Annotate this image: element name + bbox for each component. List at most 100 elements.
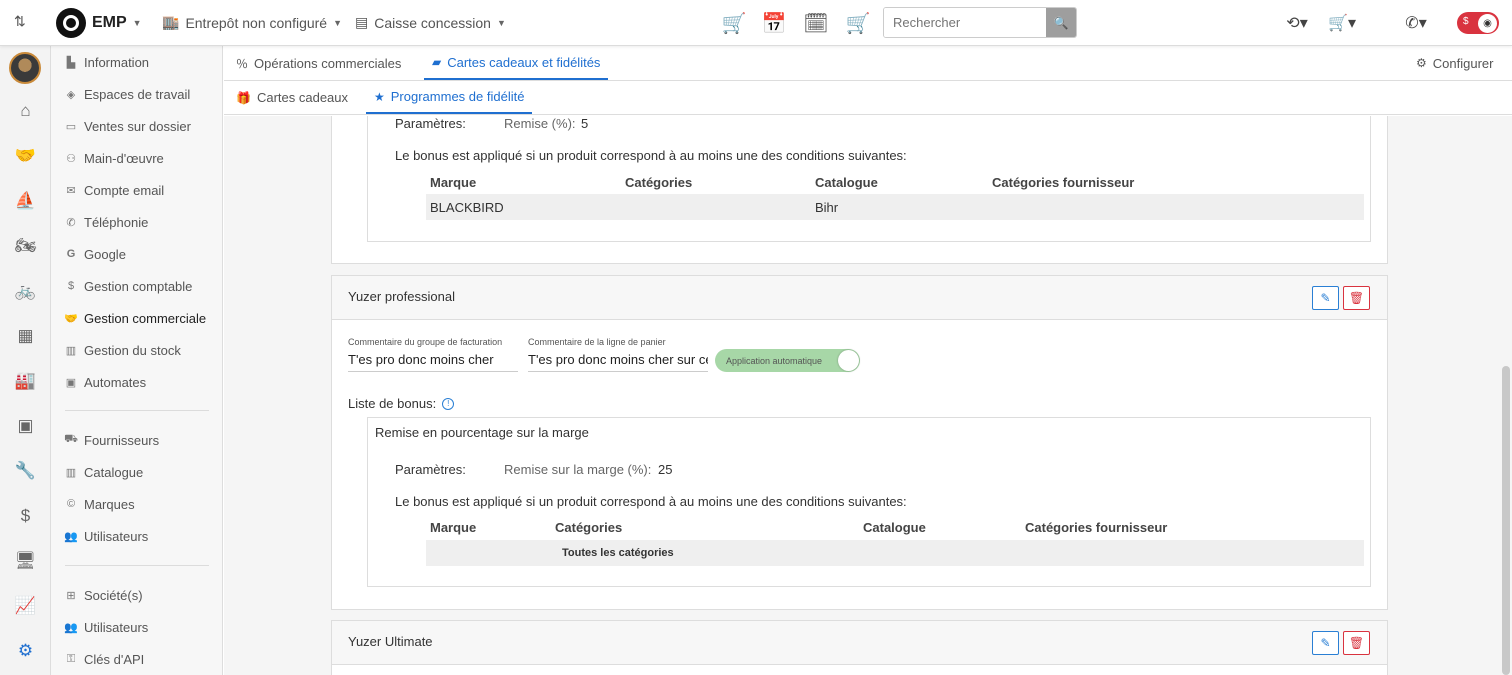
delete-button[interactable]: 🗑 [1343,631,1370,655]
menu-item-users-2[interactable]: 👥 Utilisateurs [64,617,148,637]
factory-icon: ▙ [66,56,76,69]
menu-item-label: Utilisateurs [84,619,149,635]
menu-item-google[interactable]: G Google [64,244,126,264]
search-input[interactable] [884,8,1046,37]
scrollbar[interactable] [1502,366,1510,675]
tab-label: Opérations commerciales [254,55,402,71]
billing-comment-label: Commentaire du groupe de facturation [348,337,503,347]
menu-item-accounting[interactable]: $ Gestion comptable [64,276,192,296]
chart-line-icon[interactable]: 📈 [0,591,51,621]
menu-item-commercial[interactable]: 🤝 Gestion commerciale [64,308,206,328]
star-icon: ★ [374,89,385,104]
tab-loyalty-programs[interactable]: ★ Programmes de fidélité [366,81,533,114]
secondary-tabs: 🎁 Cartes cadeaux ★ Programmes de fidélit… [224,81,1512,115]
col-header-categories: Catégories [555,520,623,535]
boat-icon[interactable]: ⛵ [0,186,51,216]
menu-item-suppliers[interactable]: ⛟ Fournisseurs [64,430,159,450]
register-label: Caisse concession [374,14,491,31]
home-icon[interactable]: ⌂ [0,96,51,126]
tab-commercial-operations[interactable]: ％ Opérations commerciales [236,46,401,80]
chevron-down-icon: ▼ [333,17,343,28]
robot-icon: ▣ [65,376,77,389]
cart-moto-icon[interactable]: 🛒 [844,9,872,37]
warehouse-label: Entrepôt non configuré [185,14,328,31]
tab-gift-cards[interactable]: 🎁 Cartes cadeaux [236,81,348,114]
top-bar: ⇅ EMP ▼ 🏬 Entrepôt non configuré ▼ ▤ Cai… [0,0,1512,46]
dollar-icon[interactable]: $ [0,501,51,531]
configure-button[interactable]: ⚙ Configurer [1416,46,1493,80]
menu-item-labor[interactable]: ⚇ Main-d'œuvre [64,148,164,168]
menu-item-label: Clés d'API [84,651,145,667]
menu-item-email-account[interactable]: ✉ Compte email [64,180,164,200]
price-visibility-toggle[interactable]: $ ◉ [1457,12,1499,34]
menu-item-stock[interactable]: ▥ Gestion du stock [64,340,181,360]
menu-item-label: Espaces de travail [84,86,191,102]
sitemap-icon: ⊞ [66,589,76,602]
users-icon: 👥 [64,530,78,543]
desktop-icon[interactable]: 🖥 [0,546,51,576]
cell-brand: BLACKBIRD [430,200,504,215]
edit-button[interactable]: ✎ [1312,286,1339,310]
bonus-list-heading: Liste de bonus: ! [348,396,455,411]
params-value-label: Remise (%): [504,116,576,131]
layers-icon: ◈ [66,88,76,101]
boxes-icon[interactable]: ▦ [0,321,51,351]
warehouse-icon[interactable]: 🏭 [0,366,51,396]
calendar-icon[interactable]: ▣ [0,411,51,441]
delete-button[interactable]: 🗑 [1343,286,1370,310]
menu-item-label: Gestion du stock [84,342,181,358]
brand-name: EMP [92,14,127,31]
key-icon: ⚿ [66,652,76,665]
logo-icon [56,8,86,38]
menu-item-folder-sales[interactable]: ▭ Ventes sur dossier [64,116,191,136]
menu-item-telephony[interactable]: ✆ Téléphonie [64,212,148,232]
motorcycle-icon[interactable]: 🏍 [0,231,51,261]
menu-item-information[interactable]: ▙ Information [64,52,149,72]
edit-button[interactable]: ✎ [1312,631,1339,655]
program-title: Yuzer Ultimate [348,634,433,649]
info-icon[interactable]: ! [442,397,455,410]
bicycle-icon[interactable]: 🚲 [0,276,51,306]
phone-icon[interactable]: ✆▾ [1402,9,1430,37]
menu-item-workspaces[interactable]: ◈ Espaces de travail [64,84,190,104]
menu-item-brands[interactable]: © Marques [64,494,135,514]
auto-apply-toggle[interactable]: Application automatique [715,349,860,372]
brand-menu[interactable]: EMP ▼ [56,8,142,38]
conditions-table: Marque Catégories Catalogue Catégories f… [426,175,1364,235]
history-icon[interactable]: ⟲▾ [1283,9,1311,37]
gift-cards-icon: ▰ [432,55,442,69]
handshake-icon[interactable]: 🤝 [0,141,51,171]
warehouse-icon: 🏬 [162,14,180,30]
billing-comment-field[interactable]: T'es pro donc moins cher [348,348,518,372]
params-value: 5 [581,116,589,131]
menu-item-companies[interactable]: ⊞ Société(s) [64,585,142,605]
menu-item-users[interactable]: 👥 Utilisateurs [64,526,148,546]
menu-item-automates[interactable]: ▣ Automates [64,372,146,392]
calendar-wrench-icon[interactable]: 🗓 [802,9,830,37]
menu-item-api-keys[interactable]: ⚿ Clés d'API [64,649,144,669]
warehouse-selector[interactable]: 🏬 Entrepôt non configuré ▼ [162,14,342,31]
loyalty-program-card: Paramètres: Remise (%): 5 Le bonus est a… [331,116,1388,264]
configure-label: Configurer [1432,55,1494,71]
cart-icon[interactable]: 🛒 [720,9,748,37]
wrench-icon[interactable]: 🔧 [0,456,51,486]
calendar-moto-icon[interactable]: 📅 [760,9,788,37]
col-header-catalog: Catalogue [863,520,926,535]
search-icon[interactable]: 🔍 [1046,8,1076,37]
params-label: Paramètres: [395,462,466,477]
collapse-menu-icon[interactable]: ⇅ [14,13,26,30]
cart-status-icon[interactable]: 🛒▾ [1328,9,1356,37]
register-selector[interactable]: ▤ Caisse concession ▼ [355,14,506,31]
conditions-text: Le bonus est appliqué si un produit corr… [395,494,907,509]
eye-icon: ◉ [1478,13,1497,33]
col-header-supplier-categories: Catégories fournisseur [992,175,1135,190]
primary-tabs: ％ Opérations commerciales ▰ Cartes cadea… [224,46,1512,81]
params-value-label: Remise sur la marge (%): [504,462,652,477]
menu-item-catalog[interactable]: ▥ Catalogue [64,462,143,482]
main-content: Paramètres: Remise (%): 5 Le bonus est a… [224,116,1512,675]
cogs-icon[interactable]: ⚙ [0,636,51,666]
col-header-catalog: Catalogue [815,175,878,190]
tab-gift-cards-loyalty[interactable]: ▰ Cartes cadeaux et fidélités [424,46,609,80]
cart-comment-field[interactable]: T'es pro donc moins cher sur ce [528,348,708,372]
avatar[interactable] [9,52,41,84]
